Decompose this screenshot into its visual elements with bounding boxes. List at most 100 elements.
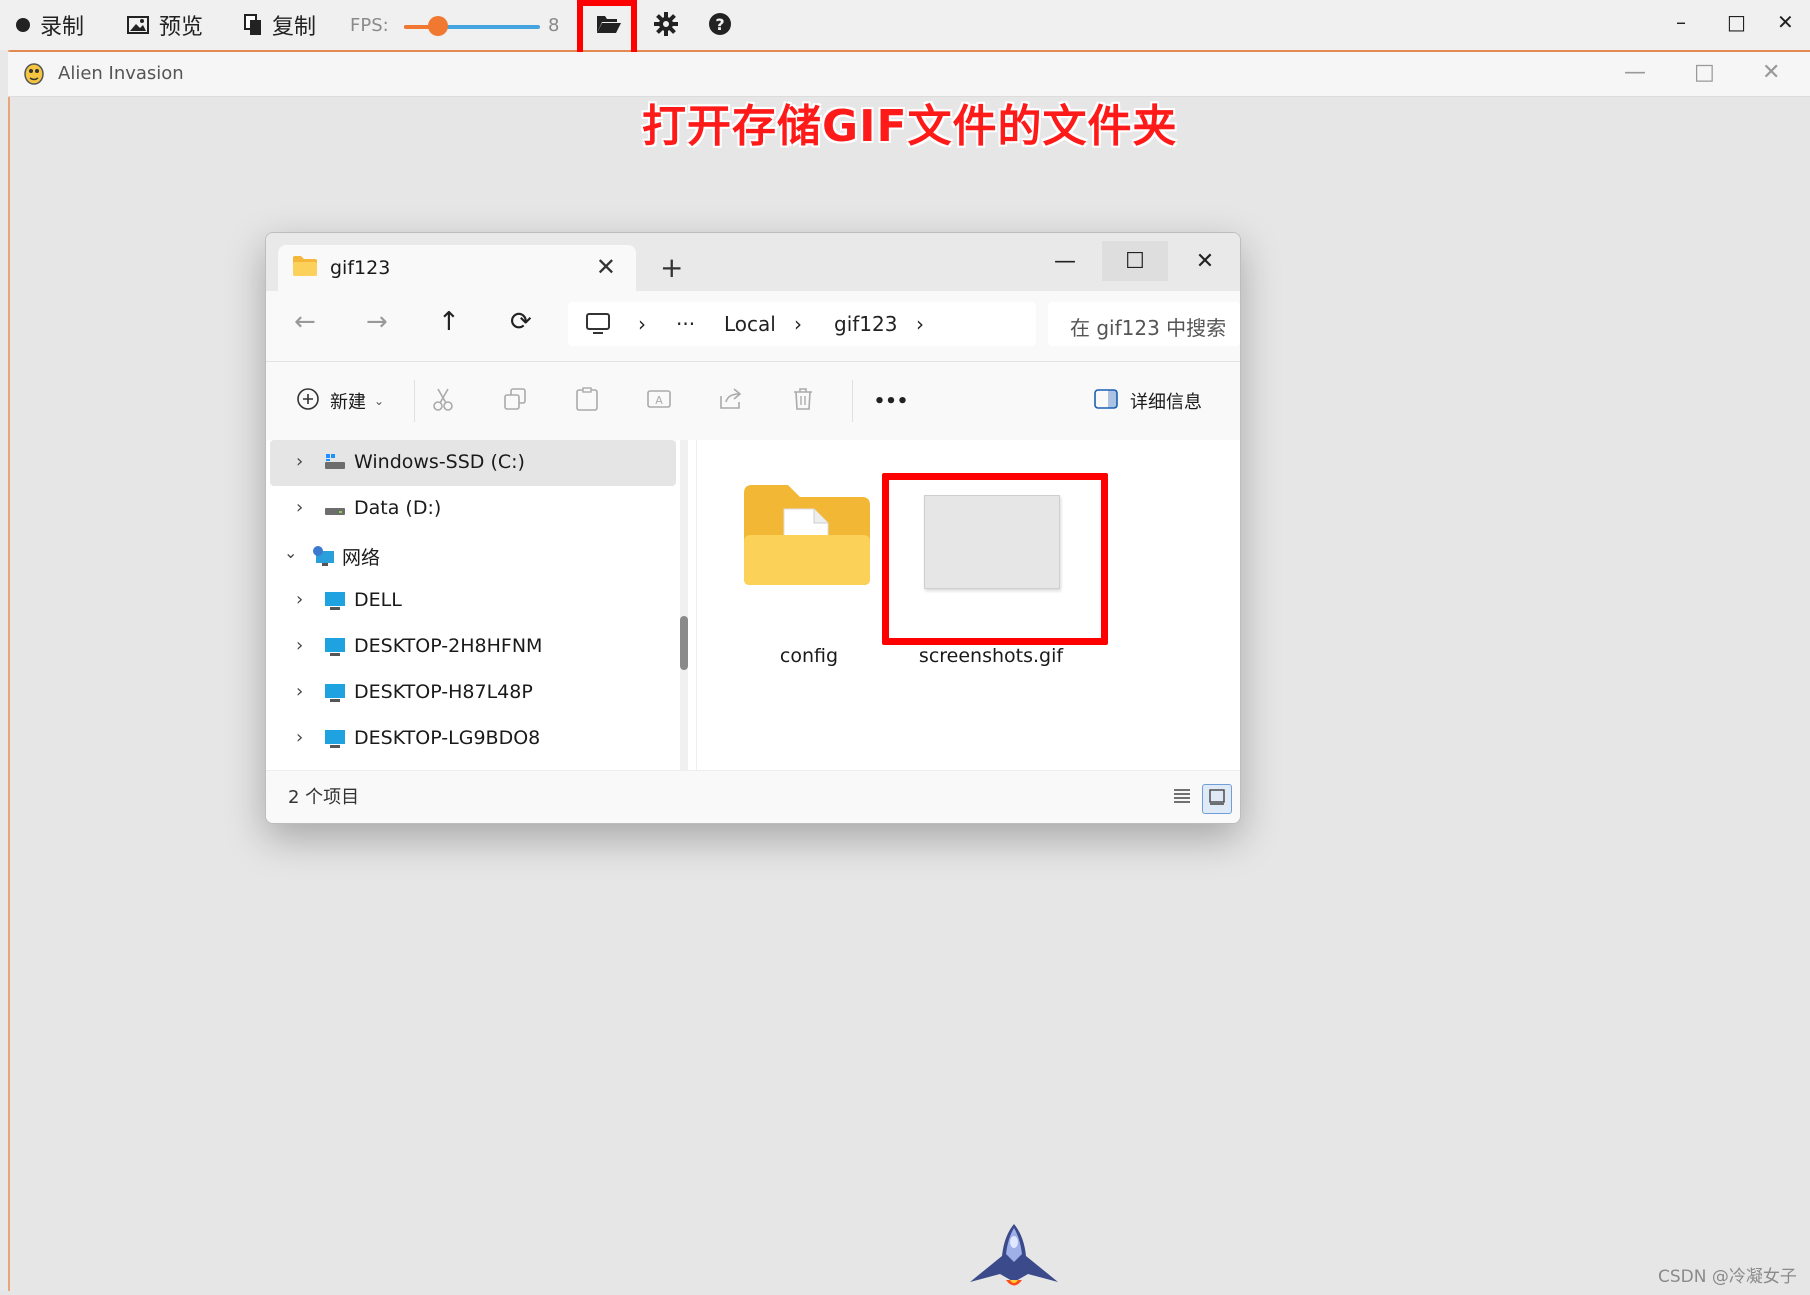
command-bar: 新建 ⌄ A ••• 详细信息	[266, 361, 1240, 441]
plus-circle-icon	[296, 387, 320, 415]
chevron-down-icon: ⌄	[284, 543, 298, 562]
list-view-icon	[1173, 788, 1191, 808]
computer-icon	[324, 729, 346, 753]
nav-item-desktop-2h8hfnm[interactable]: › DESKTOP-2H8HFNM	[270, 624, 676, 670]
nav-item-label: 网络	[342, 547, 381, 569]
preview-label: 预览	[159, 15, 204, 40]
recorder-maximize-button[interactable]: □	[1727, 10, 1746, 34]
spaceship-sprite	[968, 1222, 1060, 1295]
copy-label: 复制	[272, 15, 317, 40]
copy-icon	[244, 14, 262, 36]
new-button[interactable]: 新建 ⌄	[296, 386, 384, 416]
share-button[interactable]	[716, 386, 746, 416]
chevron-right-icon: ›	[296, 635, 304, 656]
chevron-right-icon: ›	[296, 727, 304, 748]
refresh-button[interactable]: ⟳	[510, 307, 532, 337]
copy-file-button[interactable]	[500, 386, 530, 416]
divider	[852, 380, 853, 422]
fps-value: 8	[548, 15, 560, 36]
nav-scrollbar[interactable]	[680, 440, 688, 770]
nav-item-desktop-lg9bdo8[interactable]: › DESKTOP-LG9BDO8	[270, 716, 676, 762]
gif-file-highlight	[882, 473, 1108, 645]
up-button[interactable]: ↑	[438, 307, 460, 337]
chevron-right-icon: ›	[296, 589, 304, 610]
svg-text:?: ?	[715, 15, 724, 34]
fps-slider-thumb[interactable]	[428, 16, 448, 36]
recorder-close-button[interactable]: ✕	[1777, 10, 1794, 34]
network-icon	[312, 545, 336, 571]
address-bar[interactable]: › ··· Local › gif123 ›	[568, 302, 1036, 346]
nav-item-dell[interactable]: › DELL	[270, 578, 676, 624]
details-view-button[interactable]	[1168, 784, 1196, 812]
nav-scrollbar-thumb[interactable]	[680, 616, 688, 670]
annotation-text: 打开存储GIF文件的文件夹	[642, 101, 1178, 152]
new-tab-button[interactable]: +	[660, 251, 683, 284]
computer-icon	[586, 313, 610, 339]
recorder-minimize-button[interactable]: –	[1676, 10, 1686, 34]
record-button[interactable]: 录制	[16, 10, 84, 40]
folder-icon	[742, 483, 872, 591]
details-label: 详细信息	[1130, 392, 1202, 413]
computer-icon	[324, 637, 346, 661]
more-options-button[interactable]: •••	[874, 386, 909, 416]
drive-icon	[324, 502, 346, 521]
explorer-tab[interactable]: gif123 ✕	[278, 245, 636, 293]
drive-windows-icon	[324, 453, 346, 475]
nav-item-d-drive[interactable]: › Data (D:)	[270, 486, 676, 532]
file-item-config[interactable]: config	[734, 483, 884, 683]
preview-button[interactable]: 预览	[127, 10, 203, 40]
share-icon	[719, 388, 743, 414]
back-button[interactable]: ←	[294, 307, 316, 337]
computer-icon	[324, 591, 346, 615]
nav-item-c-drive[interactable]: › Windows-SSD (C:)	[270, 440, 676, 486]
delete-button[interactable]	[788, 386, 818, 416]
folder-icon	[292, 255, 318, 281]
large-icons-view-button[interactable]	[1202, 784, 1232, 814]
rename-icon: A	[647, 388, 671, 414]
pygame-icon	[22, 60, 46, 90]
help-button[interactable]: ?	[705, 11, 735, 41]
details-button[interactable]: 详细信息	[1094, 386, 1202, 416]
cut-button[interactable]	[428, 386, 458, 416]
nav-item-network[interactable]: ⌄ 网络	[270, 532, 676, 578]
explorer-maximize-button[interactable]: ☐	[1102, 241, 1168, 281]
copy-button[interactable]: 复制	[244, 10, 316, 40]
settings-button[interactable]	[651, 11, 681, 41]
chevron-down-icon: ⌄	[374, 394, 385, 408]
scissors-icon	[432, 387, 454, 415]
explorer-minimize-button[interactable]: —	[1032, 241, 1098, 281]
breadcrumb-overflow[interactable]: ···	[676, 312, 695, 336]
forward-button[interactable]: →	[366, 307, 388, 337]
item-count: 2 个项目	[288, 787, 360, 808]
nav-item-desktop-h87l48p[interactable]: › DESKTOP-H87L48P	[270, 670, 676, 716]
window-left-edge	[0, 50, 10, 1291]
game-close-button[interactable]: ✕	[1762, 60, 1780, 85]
game-maximize-button[interactable]: □	[1694, 60, 1715, 85]
breadcrumb-item-local[interactable]: Local	[724, 312, 776, 336]
chevron-right-icon: ›	[296, 497, 304, 518]
tab-close-button[interactable]: ✕	[596, 253, 616, 281]
search-input[interactable]: 在 gif123 中搜索	[1048, 302, 1240, 346]
paste-button[interactable]	[572, 386, 602, 416]
explorer-close-button[interactable]: ✕	[1172, 241, 1238, 281]
new-label: 新建	[330, 392, 366, 413]
nav-item-label: DELL	[354, 589, 402, 611]
recorder-toolbar: 录制 预览 复制 FPS: 8 ? – □ ✕	[0, 0, 1810, 52]
breadcrumb-separator: ›	[638, 312, 646, 336]
fps-label: FPS:	[350, 15, 389, 36]
arrow-up-icon: ↑	[438, 307, 460, 337]
breadcrumb-item-gif123[interactable]: gif123	[834, 312, 897, 336]
game-minimize-button[interactable]: —	[1624, 60, 1646, 85]
details-pane-icon	[1094, 389, 1118, 413]
nav-item-label: DESKTOP-2H8HFNM	[354, 635, 543, 657]
clipboard-icon	[576, 387, 598, 415]
status-bar: 2 个项目	[266, 770, 1240, 823]
navigation-pane: › Windows-SSD (C:) › Data (D:) ⌄ 网络 › DE…	[266, 440, 676, 770]
rename-button[interactable]: A	[644, 386, 674, 416]
copy-icon	[504, 388, 526, 414]
image-icon	[127, 16, 149, 34]
svg-text:A: A	[655, 394, 663, 407]
nav-item-label: DESKTOP-H87L48P	[354, 681, 533, 703]
arrow-left-icon: ←	[294, 307, 316, 337]
computer-icon	[324, 683, 346, 707]
